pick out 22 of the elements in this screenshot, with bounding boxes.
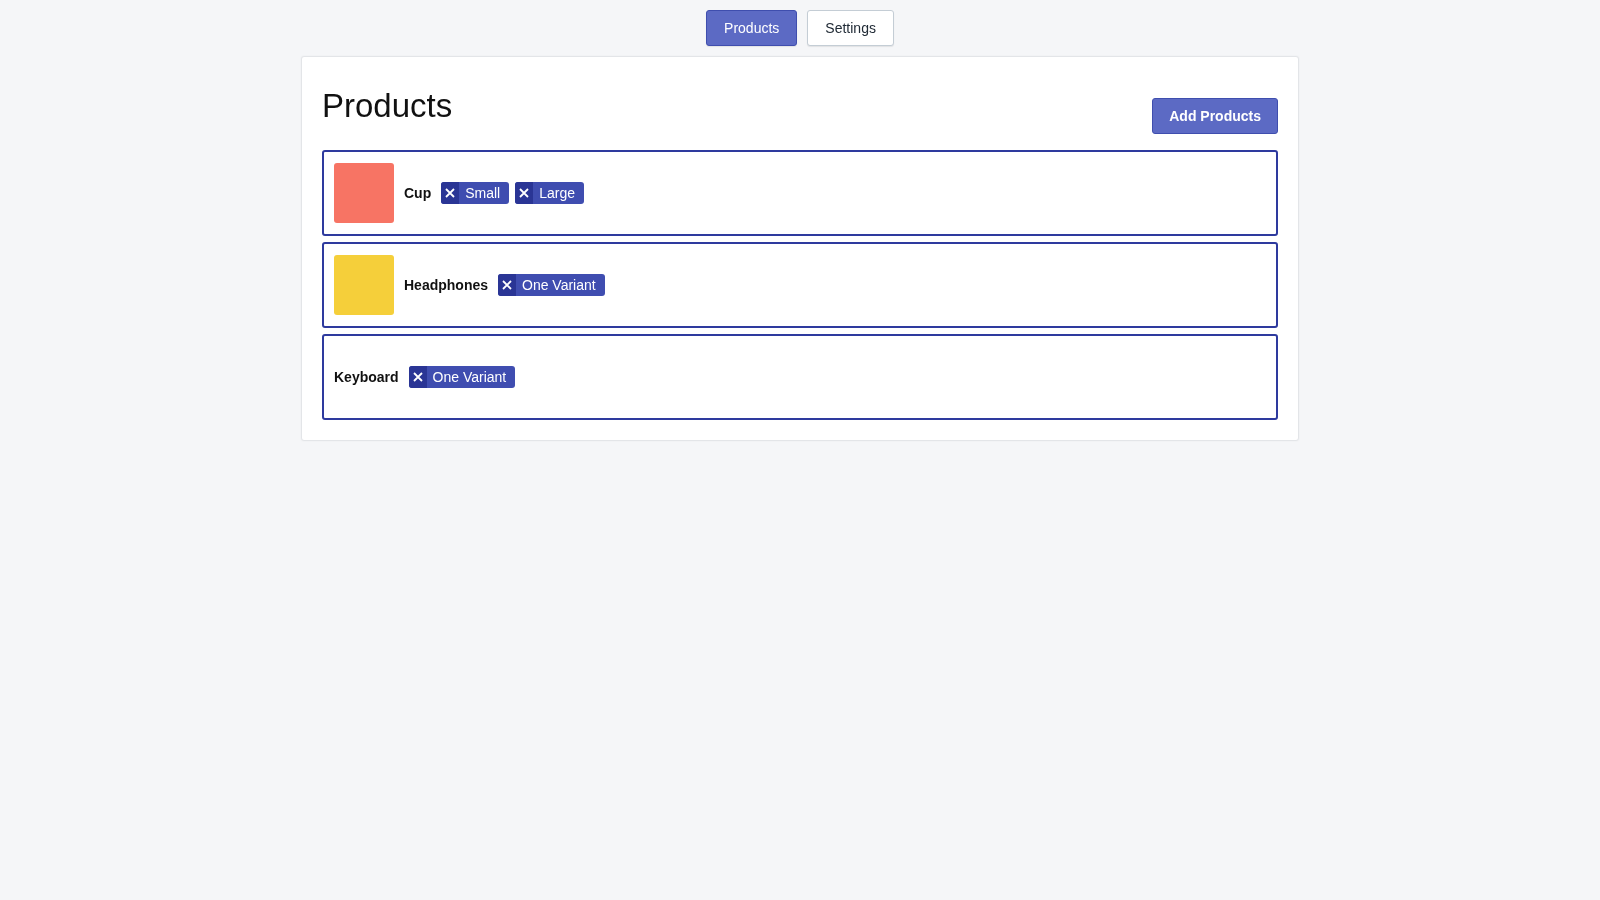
remove-tag-button[interactable]: [441, 182, 460, 204]
variant-label: Large: [538, 184, 577, 203]
close-icon: [445, 188, 456, 198]
close-icon: [519, 188, 530, 198]
remove-tag-button[interactable]: [515, 182, 534, 204]
product-row[interactable]: Headphones One Variant: [322, 242, 1278, 328]
nav-tab[interactable]: Settings: [807, 10, 894, 46]
remove-tag-button[interactable]: [498, 274, 516, 296]
close-icon: [502, 280, 512, 290]
nav-tab[interactable]: Products: [706, 10, 798, 46]
product-name: Cup: [404, 185, 432, 201]
product-row[interactable]: Keyboard One Variant: [322, 334, 1278, 420]
close-icon: [412, 372, 423, 382]
variant-label: One Variant: [521, 276, 597, 295]
product-name: Keyboard: [334, 369, 399, 385]
variant-label: Small: [464, 184, 502, 203]
product-row[interactable]: Cup Small Large: [322, 150, 1278, 236]
variant-label: One Variant: [431, 368, 508, 387]
remove-tag-button[interactable]: [408, 366, 427, 388]
add-products-button[interactable]: Add Products: [1152, 98, 1278, 134]
product-name: Headphones: [404, 277, 488, 293]
page-title: Products: [322, 87, 453, 125]
